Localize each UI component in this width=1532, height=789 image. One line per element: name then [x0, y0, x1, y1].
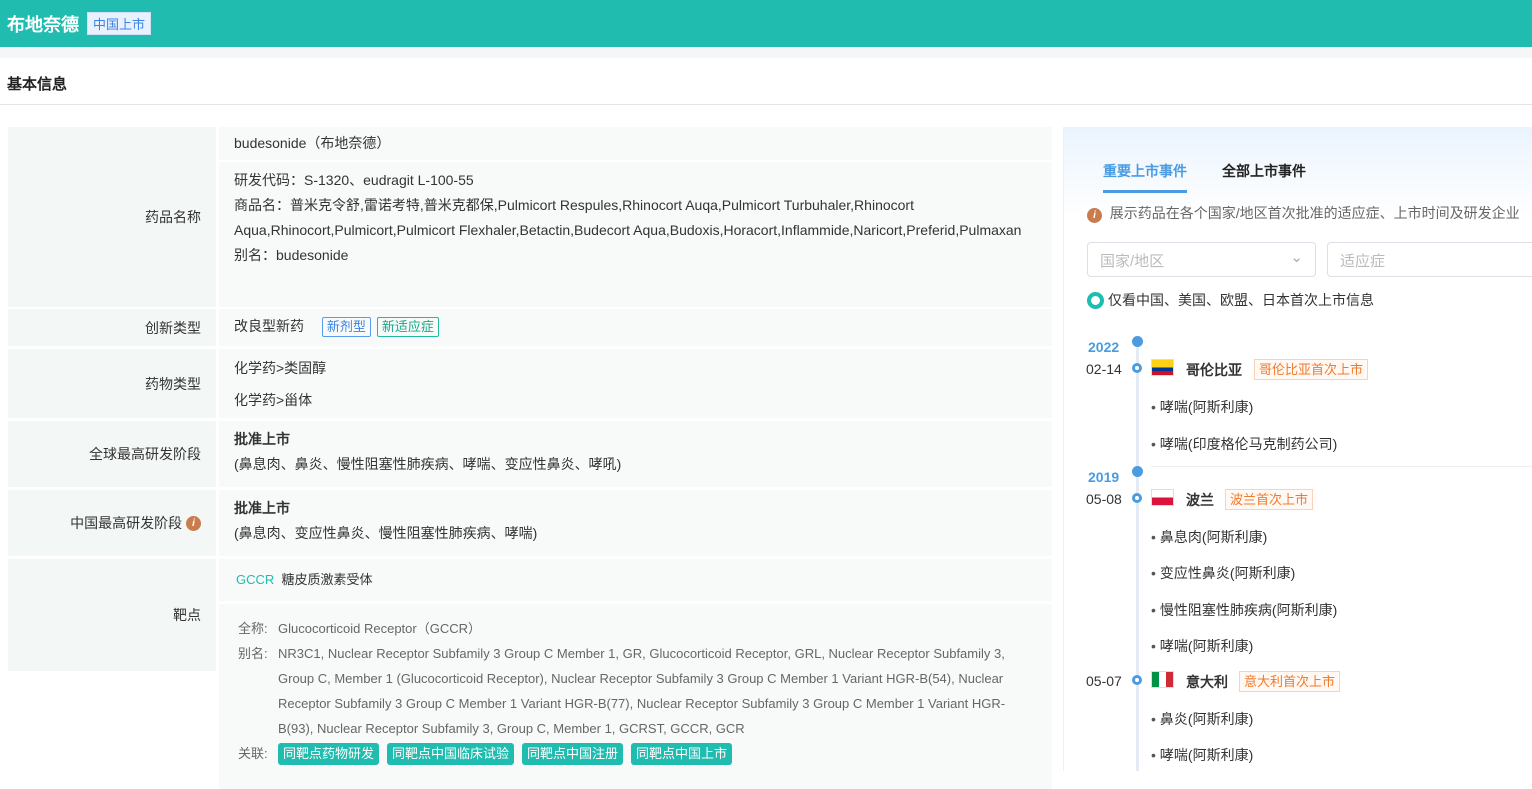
year: 2019 — [1088, 469, 1120, 485]
date-dot — [1132, 675, 1142, 685]
label: 药物类型 — [8, 349, 216, 418]
indication-item: 变应性鼻炎(阿斯利康) — [1151, 563, 1295, 583]
label: 靶点 — [8, 559, 216, 671]
indication-item: 哮喘(阿斯利康) — [1151, 397, 1253, 417]
row-global-stage: 全球最高研发阶段 批准上市 (鼻息肉、鼻炎、慢性阻塞性肺疾病、哮喘、变应性鼻炎、哮… — [8, 421, 1052, 487]
major-markets-toggle[interactable]: 仅看中国、美国、欧盟、日本首次上市信息 — [1087, 290, 1374, 310]
tab-important-events[interactable]: 重要上市事件 — [1103, 161, 1187, 193]
country-placeholder: 国家/地区 — [1100, 253, 1165, 270]
drug-type: 化学药>甾体 — [234, 392, 313, 408]
drug-title: 布地奈德 — [7, 14, 79, 35]
label: 别名: — [238, 646, 268, 661]
first-launch-tag: 波兰首次上市 — [1225, 489, 1314, 510]
label: 中国最高研发阶段 — [70, 515, 183, 531]
drug-type: 化学药>类固醇 — [234, 360, 327, 376]
country-select[interactable]: 国家/地区 ⌄ — [1087, 242, 1316, 277]
year-dot — [1132, 466, 1143, 477]
divider — [0, 47, 1532, 58]
country: 意大利 — [1186, 674, 1228, 690]
chevron-down-icon: ⌄ — [1290, 249, 1303, 266]
row-drug-name: 药品名称 budesonide（布地奈德） 研发代码：S-1320、eudrag… — [8, 127, 1052, 307]
events-note: 展示药品在各个国家/地区首次批准的适应症、上市时间及研发企业 — [1109, 205, 1520, 221]
date-dot — [1132, 363, 1142, 373]
country: 哥伦比亚 — [1186, 362, 1242, 378]
china-indications: (鼻息肉、变应性鼻炎、慢性阻塞性肺疾病、哮喘) — [234, 525, 538, 541]
indication-input[interactable]: 适应症 — [1327, 242, 1532, 277]
section-title: 基本信息 — [0, 58, 1532, 105]
label: 创新类型 — [8, 309, 216, 346]
indication-item: 哮喘(印度格伦马克制药公司) — [1151, 434, 1337, 454]
date: 05-08 — [1086, 491, 1122, 507]
year: 2022 — [1088, 339, 1120, 355]
date-dot — [1132, 493, 1142, 503]
label: 全球最高研发阶段 — [8, 421, 216, 487]
date: 05-07 — [1086, 673, 1122, 689]
row-target: 靶点 GCCR 糖皮质激素受体 全称: Glucocorticoid Recept… — [8, 559, 1052, 789]
indication-item: 慢性阻塞性肺疾病(阿斯利康) — [1151, 600, 1337, 620]
drug-code: 研发代码：S-1320、eudragit L-100-55 — [234, 172, 474, 188]
first-launch-tag: 哥伦比亚首次上市 — [1254, 359, 1369, 380]
indication-placeholder: 适应症 — [1340, 253, 1386, 270]
target-fullname: Glucocorticoid Receptor（GCCR） — [278, 621, 482, 636]
first-launch-tag: 意大利首次上市 — [1239, 671, 1341, 692]
drug-name: budesonide（布地奈德） — [219, 127, 1052, 160]
radio-icon[interactable] — [1087, 291, 1104, 309]
info-icon: i — [1087, 208, 1102, 223]
row-china-stage: 中国最高研发阶段 i 批准上市 (鼻息肉、变应性鼻炎、慢性阻塞性肺疾病、哮喘) — [8, 490, 1052, 556]
indication-item: 鼻炎(阿斯利康) — [1151, 709, 1253, 729]
status-badge: 中国上市 — [87, 12, 152, 35]
target-name: 糖皮质激素受体 — [281, 572, 373, 587]
target-alias: NR3C1, Nuclear Receptor Subfamily 3 Grou… — [278, 646, 1006, 736]
label: 药品名称 — [8, 127, 216, 307]
related-registration-button[interactable]: 同靶点中国注册 — [522, 742, 624, 765]
italy-flag-icon — [1151, 671, 1174, 688]
indication-item: 鼻息肉(阿斯利康) — [1151, 527, 1267, 547]
indication-item: 哮喘(阿斯利康) — [1151, 745, 1253, 765]
timeline-line — [1136, 345, 1139, 771]
china-stage: 批准上市 — [234, 500, 290, 516]
row-innovation: 创新类型 改良型新药 新剂型 新适应症 — [8, 309, 1052, 346]
drug-alias: 别名：budesonide — [234, 247, 349, 263]
year-dot — [1132, 336, 1143, 347]
innovation-type: 改良型新药 — [234, 318, 304, 334]
global-stage: 批准上市 — [234, 431, 290, 447]
colombia-flag-icon — [1151, 359, 1174, 376]
poland-flag-icon — [1151, 489, 1174, 506]
date: 02-14 — [1086, 361, 1122, 377]
trade-names: 商品名：普米克令舒,雷诺考特,普米克都保,Pulmicort Respules,… — [234, 197, 1022, 238]
divider — [1151, 466, 1532, 467]
label: 关联: — [238, 746, 268, 761]
label: 全称: — [238, 621, 268, 636]
toggle-label: 仅看中国、美国、欧盟、日本首次上市信息 — [1108, 292, 1374, 308]
global-indications: (鼻息肉、鼻炎、慢性阻塞性肺疾病、哮喘、变应性鼻炎、哮吼) — [234, 456, 622, 472]
country: 波兰 — [1186, 492, 1214, 508]
related-launch-button[interactable]: 同靶点中国上市 — [631, 742, 733, 765]
info-icon[interactable]: i — [186, 515, 201, 531]
tag-new-formulation: 新剂型 — [321, 317, 371, 337]
row-drug-type: 药物类型 化学药>类固醇 化学药>甾体 — [8, 349, 1052, 418]
related-clinical-trial-button[interactable]: 同靶点中国临床试验 — [387, 742, 515, 765]
tag-new-indication: 新适应症 — [376, 317, 439, 337]
target-link[interactable]: GCCR — [236, 572, 274, 587]
tab-all-events[interactable]: 全部上市事件 — [1222, 161, 1306, 190]
header: 布地奈德 中国上市 — [0, 0, 1532, 47]
indication-item: 哮喘(阿斯利康) — [1151, 636, 1253, 656]
related-drug-rd-button[interactable]: 同靶点药物研发 — [278, 742, 380, 765]
